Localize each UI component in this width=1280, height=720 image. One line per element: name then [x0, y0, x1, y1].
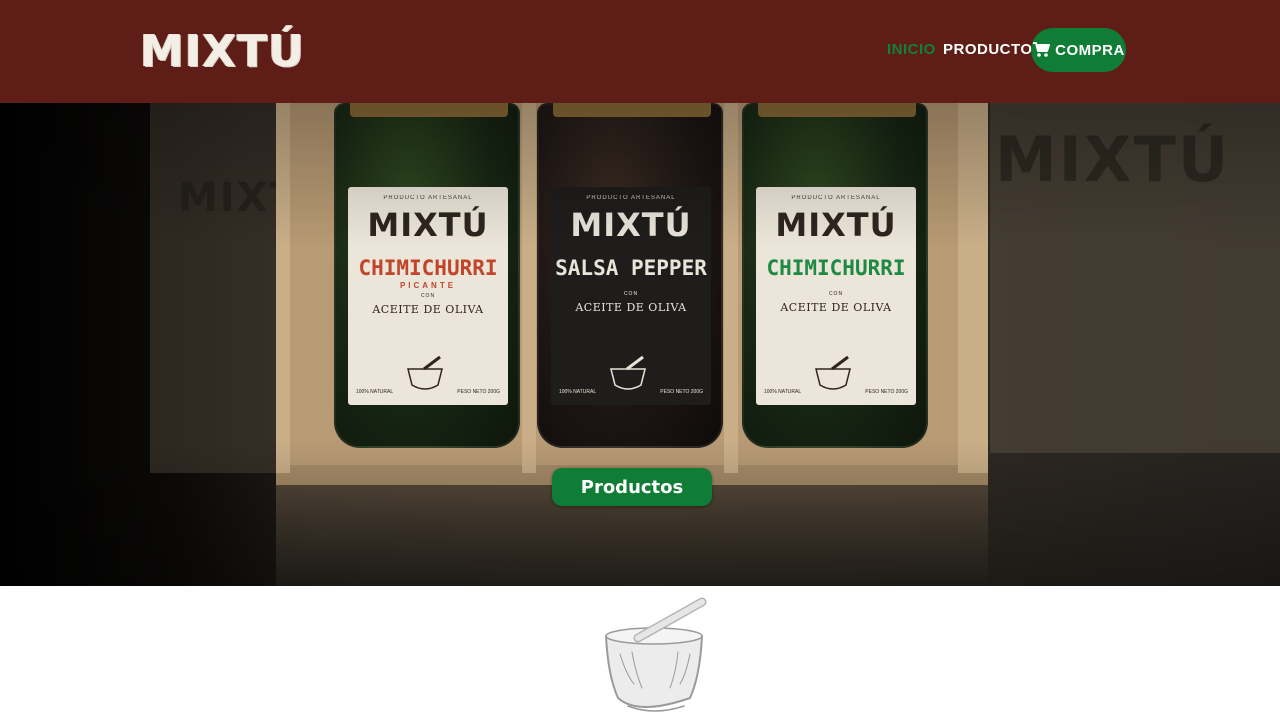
nav-link-productos[interactable]: PRODUCTOS [943, 40, 1043, 60]
jar-lid [553, 103, 711, 117]
label-con: CON [828, 291, 844, 297]
crate-divider [522, 103, 536, 473]
label-con: CON [420, 293, 436, 299]
hero-banner: MIXTÚ MIXTÚ PRODUCTO ARTESANAL MIXTÚ CHI… [0, 103, 1280, 586]
label-brand: MIXTÚ [775, 206, 897, 244]
background-box-left [150, 103, 280, 473]
label-product-name: CHIMICHURRI [766, 256, 906, 280]
jar-label: PRODUCTO ARTESANAL MIXTÚ SALSA PEPPER CO… [551, 187, 711, 405]
label-natural: 100% NATURAL [764, 389, 802, 395]
label-oil: ACEITE DE OLIVA [372, 303, 484, 316]
main-nav: INICIO PRODUCTOS COMPRA [0, 28, 1280, 72]
label-oil: ACEITE DE OLIVA [780, 301, 892, 314]
product-jar-salsa-pepper: PRODUCTO ARTESANAL MIXTÚ SALSA PEPPER CO… [537, 103, 723, 448]
crate-divider [724, 103, 738, 473]
nav-link-inicio[interactable]: INICIO [887, 40, 936, 60]
product-jar-chimichurri: PRODUCTO ARTESANAL MIXTÚ CHIMICHURRI CON… [742, 103, 928, 448]
mortar-icon [407, 355, 444, 390]
label-top-text: PRODUCTO ARTESANAL [586, 195, 676, 201]
label-brand: MIXTÚ [367, 206, 489, 244]
jar-label: PRODUCTO ARTESANAL MIXTÚ CHIMICHURRI CON… [756, 187, 916, 405]
cart-icon [1032, 42, 1051, 58]
jar-label: PRODUCTO ARTESANAL MIXTÚ CHIMICHURRI PIC… [348, 187, 508, 405]
label-oil: ACEITE DE OLIVA [575, 301, 687, 314]
label-natural: 100% NATURAL [356, 389, 394, 395]
jar-lid [350, 103, 508, 117]
label-product-name: SALSA PEPPER [555, 256, 707, 280]
label-top-text: PRODUCTO ARTESANAL [791, 195, 881, 201]
label-con: CON [623, 291, 639, 297]
label-natural: 100% NATURAL [559, 389, 597, 395]
label-bottom: 100% NATURAL PESO NETO 200g [764, 349, 908, 395]
label-weight: PESO NETO 200g [660, 389, 703, 395]
label-weight: PESO NETO 200g [457, 389, 500, 395]
crate-divider [958, 103, 988, 473]
crate-divider [276, 103, 290, 473]
label-brand: MIXTÚ [570, 206, 692, 244]
label-bottom: 100% NATURAL PESO NETO 200g [559, 349, 703, 395]
mortar-icon [815, 355, 852, 390]
background-box-right-logo: MIXTÚ [995, 123, 1231, 196]
cart-button[interactable]: COMPRA [1031, 28, 1126, 72]
product-jar-chimichurri-picante: PRODUCTO ARTESANAL MIXTÚ CHIMICHURRI PIC… [334, 103, 520, 448]
productos-cta-button[interactable]: Productos [552, 468, 712, 506]
mortar-icon [610, 355, 647, 390]
site-header: MIXTÚ INICIO PRODUCTOS COMPRA [0, 0, 1280, 103]
label-top-text: PRODUCTO ARTESANAL [383, 195, 473, 201]
label-weight: PESO NETO 200g [865, 389, 908, 395]
cart-button-label: COMPRA [1055, 41, 1125, 59]
label-product-sub: PICANTE [399, 281, 457, 290]
jar-lid [758, 103, 916, 117]
label-product-name: CHIMICHURRI [358, 256, 498, 280]
mortar-pestle-icon [605, 597, 707, 712]
label-bottom: 100% NATURAL PESO NETO 200g [356, 349, 500, 395]
